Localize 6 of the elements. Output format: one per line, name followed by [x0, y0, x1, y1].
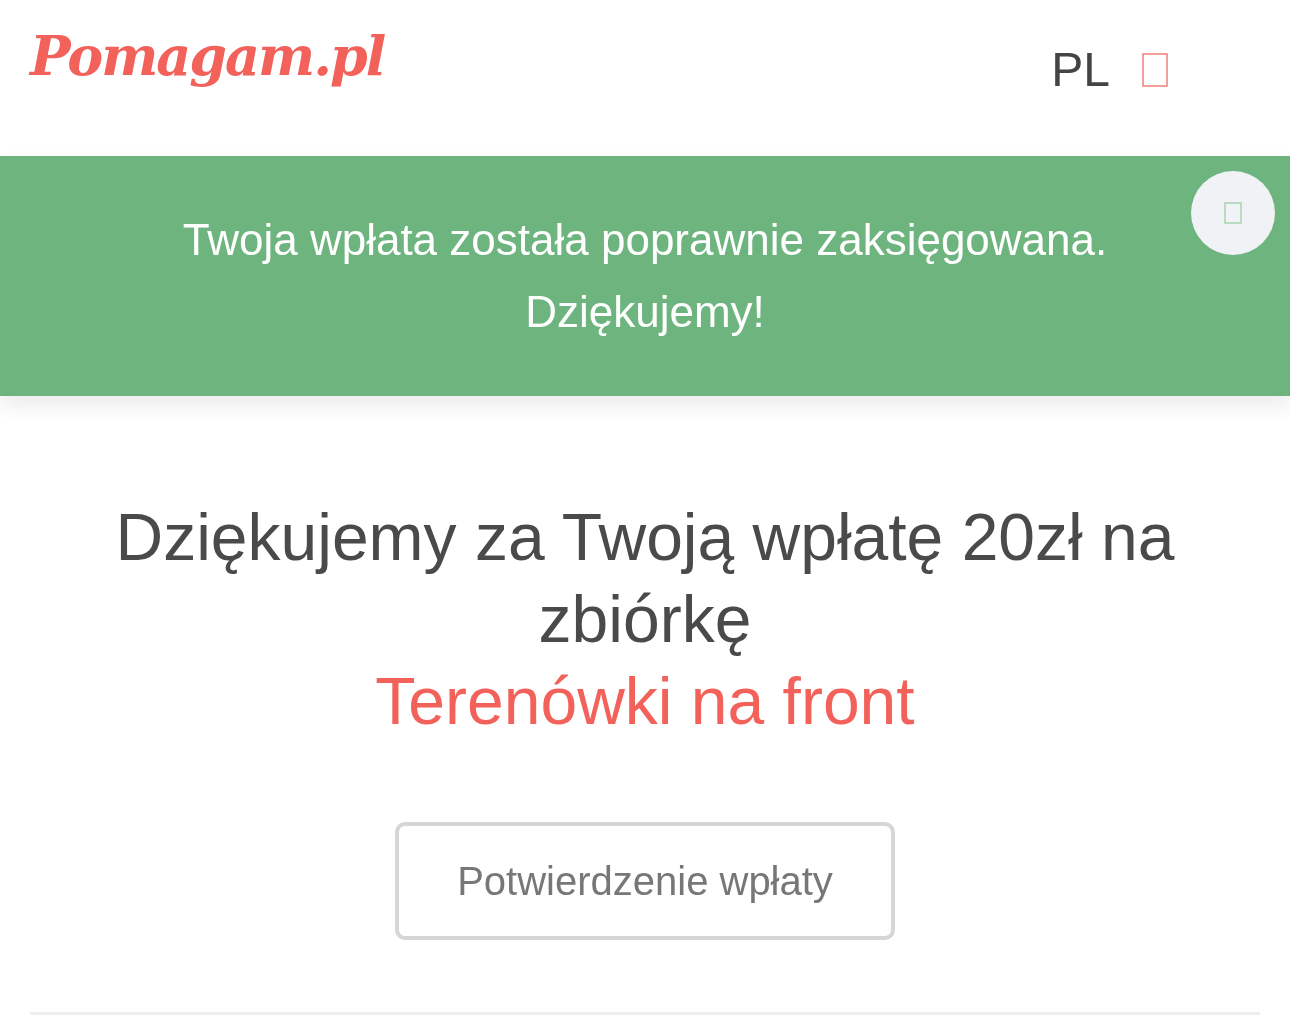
logo[interactable]: Pomagam.pl [30, 24, 385, 88]
thank-you-heading: Dziękujemy za Twoją wpłatę 20zł na zbiórkę [114, 499, 1176, 658]
campaign-link[interactable]: Terenówki na front [375, 660, 915, 742]
language-selector[interactable]: PL [1051, 42, 1110, 97]
confirmation-button[interactable]: Potwierdzenie wpłaty [395, 822, 895, 940]
alert-message: Twoja wpłata została poprawnie zaksięgowana. Dziękujemy! [181, 214, 1109, 338]
